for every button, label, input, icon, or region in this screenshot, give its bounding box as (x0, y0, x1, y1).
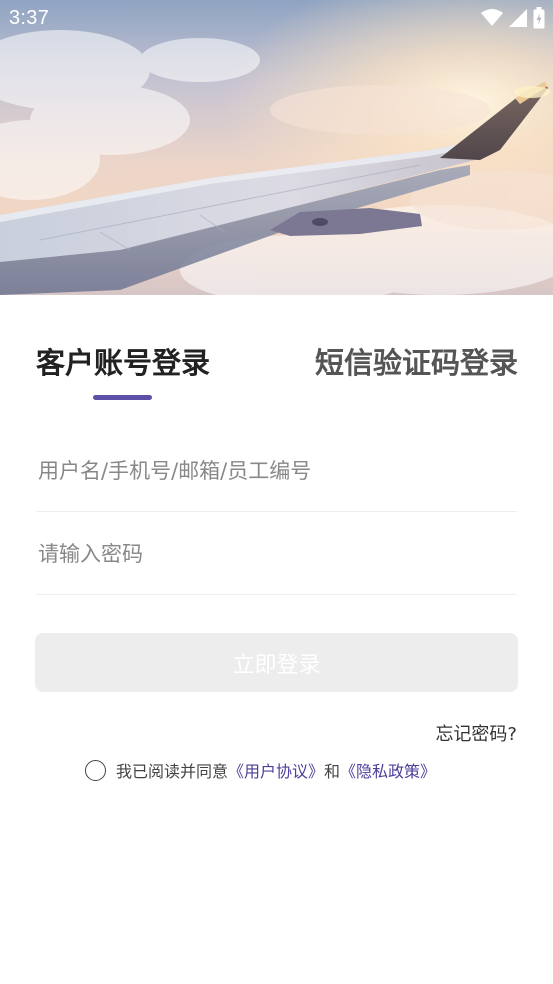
tab-sms-login[interactable]: 短信验证码登录 (315, 343, 518, 383)
login-button[interactable]: 立即登录 (35, 633, 518, 692)
username-input[interactable] (38, 453, 508, 489)
wifi-icon (481, 9, 503, 26)
airplane-wing-image (0, 0, 553, 295)
tab-account-login[interactable]: 客户账号登录 (36, 343, 210, 383)
agreement-connector-text: 和 (324, 762, 341, 781)
forgot-password-link[interactable]: 忘记密码? (435, 720, 517, 746)
hero-banner (0, 0, 553, 295)
battery-charging-icon (533, 7, 545, 29)
agreement-prefix-text: 我已阅读并同意 (116, 762, 229, 781)
cellular-signal-icon (509, 9, 527, 27)
agreement-row: 我已阅读并同意 《用户协议》 和 《隐私政策》 (85, 758, 436, 782)
active-tab-indicator (93, 395, 152, 400)
status-time: 3:37 (9, 7, 50, 29)
user-agreement-link[interactable]: 《用户协议》 (228, 758, 324, 782)
status-bar: 3:37 (0, 0, 553, 40)
password-input[interactable] (38, 536, 508, 572)
status-icons (481, 7, 545, 29)
agreement-checkbox[interactable] (85, 759, 106, 781)
username-field-container (36, 443, 517, 512)
privacy-policy-link[interactable]: 《隐私政策》 (340, 758, 436, 782)
password-field-container (36, 526, 517, 595)
login-screen: 3:37 客户账号登录 短信验证码登录 立即登录 忘记密码? (0, 0, 553, 984)
